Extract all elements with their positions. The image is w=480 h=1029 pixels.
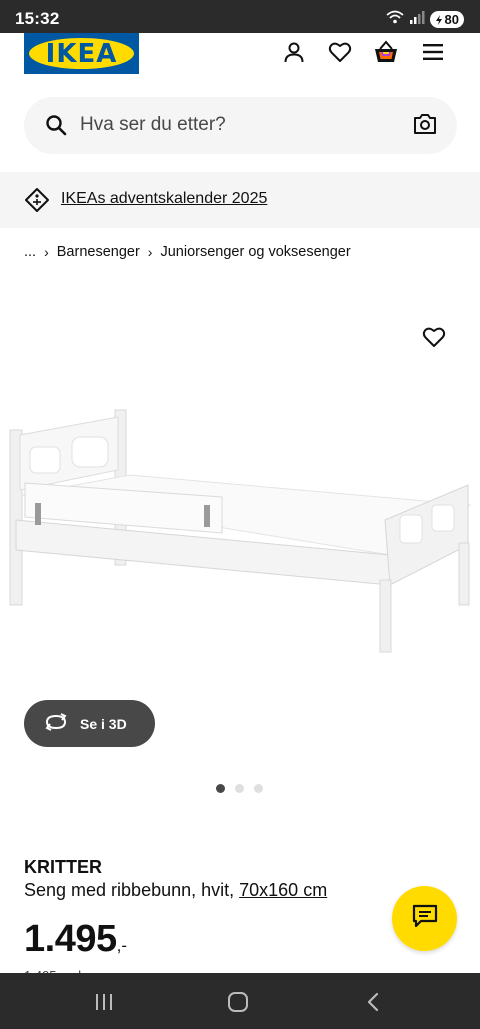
recent-apps-icon[interactable]	[92, 991, 116, 1013]
breadcrumb-ellipsis[interactable]: ...	[24, 244, 36, 260]
rotate-3d-icon	[44, 713, 68, 734]
chat-button[interactable]	[392, 886, 457, 951]
camera-icon[interactable]	[413, 112, 437, 141]
product-name: KRITTER	[24, 857, 102, 877]
logo-text: IKEA	[45, 39, 118, 69]
product-price: 1.495 ,-	[24, 918, 127, 961]
heart-icon	[422, 327, 446, 347]
product-image[interactable]	[0, 395, 480, 665]
promo-banner[interactable]: IKEAs adventskalender 2025	[0, 172, 480, 228]
carousel-indicator	[216, 784, 263, 793]
carousel-dot[interactable]	[216, 784, 225, 793]
shopping-bag-icon[interactable]	[373, 39, 399, 65]
status-icons: 80	[385, 10, 464, 29]
back-icon[interactable]	[361, 991, 385, 1013]
wifi-icon	[385, 10, 404, 29]
tag-icon	[24, 187, 50, 218]
chat-icon	[412, 904, 438, 933]
price-amount: 1.495	[24, 918, 117, 960]
status-time: 15:32	[15, 9, 60, 28]
system-navigation-bar	[0, 973, 480, 1029]
status-bar: 15:32 80	[0, 0, 480, 33]
breadcrumb: ... › Barnesenger › Juniorsenger og voks…	[24, 244, 351, 260]
search-input[interactable]: Hva ser du etter?	[80, 114, 226, 136]
breadcrumb-item-juniorsenger[interactable]: Juniorsenger og voksesenger	[160, 244, 350, 260]
price-suffix: ,-	[116, 936, 127, 955]
carousel-dot[interactable]	[235, 784, 244, 793]
battery-level: 80	[444, 12, 459, 27]
user-icon[interactable]	[281, 39, 307, 65]
breadcrumb-item-barnesenger[interactable]: Barnesenger	[57, 244, 140, 260]
header: IKEA	[0, 33, 480, 95]
search-bar[interactable]: Hva ser du etter?	[24, 97, 457, 154]
view-in-3d-button[interactable]: Se i 3D	[24, 700, 155, 747]
view-in-3d-label: Se i 3D	[80, 715, 127, 732]
chevron-right-icon: ›	[147, 244, 153, 260]
product-description: Seng med ribbebunn, hvit, 70x160 cm	[24, 880, 327, 901]
ikea-logo[interactable]: IKEA	[24, 33, 139, 74]
search-icon[interactable]	[44, 113, 68, 142]
signal-icon	[409, 10, 425, 29]
add-to-wishlist-button[interactable]	[420, 323, 448, 351]
battery-indicator: 80	[429, 11, 464, 28]
home-icon[interactable]	[226, 991, 250, 1013]
menu-icon[interactable]	[420, 39, 446, 65]
chevron-right-icon: ›	[44, 244, 49, 260]
heart-icon[interactable]	[327, 39, 353, 65]
carousel-dot[interactable]	[254, 784, 263, 793]
product-description-text: Seng med ribbebunn, hvit,	[24, 880, 240, 900]
product-size-link[interactable]: 70x160 cm	[239, 880, 327, 900]
advent-calendar-link[interactable]: IKEAs adventskalender 2025	[61, 190, 267, 208]
